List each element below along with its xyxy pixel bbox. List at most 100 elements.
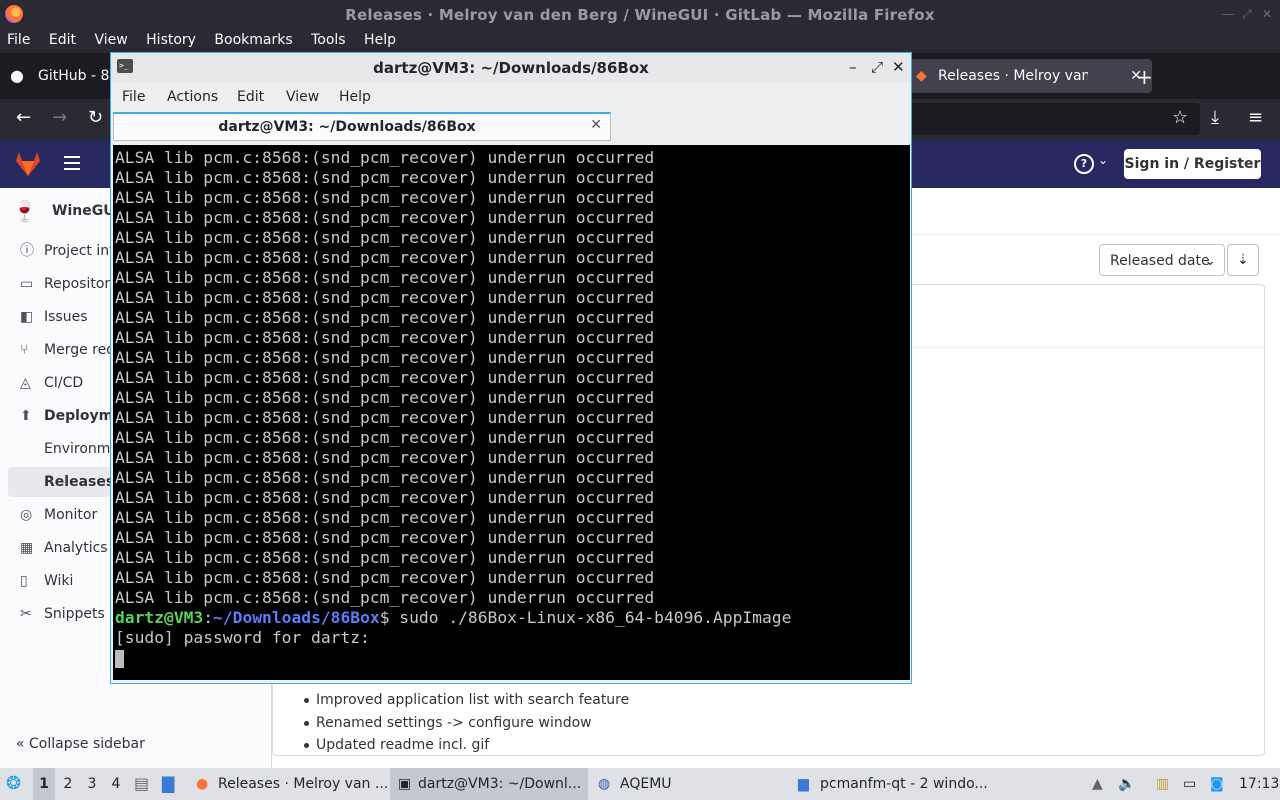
terminal-line: ALSA lib pcm.c:8568:(snd_pcm_recover) un…: [115, 328, 655, 347]
maximize-icon[interactable]: ⤢: [871, 58, 883, 76]
folder-icon: ▆: [798, 776, 809, 792]
terminal-line: ALSA lib pcm.c:8568:(snd_pcm_recover) un…: [115, 448, 655, 467]
tray-indicator-icon[interactable]: ▲: [1092, 768, 1103, 800]
menu-file[interactable]: File: [0, 29, 37, 48]
minimize-icon[interactable]: —: [1222, 7, 1234, 21]
tab-label: Releases · Melroy van den Berg / WineGUI: [938, 68, 1088, 84]
url-bar[interactable]: [900, 103, 1200, 135]
app-menu-icon[interactable]: ≡: [1248, 107, 1263, 128]
clock[interactable]: 17:13: [1239, 768, 1279, 800]
volume-icon[interactable]: 🔈: [1118, 768, 1135, 800]
terminal-titlebar[interactable]: >_ dartz@VM3: ~/Downloads/86Box – ⤢ ✕: [111, 53, 911, 82]
terminal-prompt-line: dartz@VM3:~/Downloads/86Box$ sudo ./86Bo…: [115, 608, 791, 628]
terminal-line: ALSA lib pcm.c:8568:(snd_pcm_recover) un…: [115, 148, 655, 167]
text-cursor: [115, 649, 124, 668]
github-icon: ●: [10, 66, 24, 85]
desktop-3-button[interactable]: 3: [81, 768, 103, 800]
hamburger-menu-icon[interactable]: [64, 156, 80, 174]
back-icon[interactable]: ←: [16, 107, 31, 128]
aqemu-icon: ◍: [598, 776, 611, 792]
release-notes-list: Improved application list with search fe…: [303, 689, 629, 757]
close-icon[interactable]: ✕: [1262, 7, 1272, 21]
info-icon: ⓘ: [20, 243, 34, 259]
menu-view[interactable]: View: [286, 89, 319, 105]
start-menu-icon[interactable]: ❂: [6, 768, 21, 800]
help-icon[interactable]: ?: [1074, 154, 1094, 174]
terminal-line: ALSA lib pcm.c:8568:(snd_pcm_recover) un…: [115, 428, 655, 447]
prompt-command: sudo ./86Box-Linux-x86_64-b4096.AppImage: [389, 608, 792, 627]
terminal-line: ALSA lib pcm.c:8568:(snd_pcm_recover) un…: [115, 568, 655, 587]
menu-bookmarks[interactable]: Bookmarks: [207, 29, 299, 48]
tab-close-icon[interactable]: ✕: [590, 117, 602, 133]
project-avatar-icon: 🍷: [12, 199, 37, 223]
screen-icon[interactable]: ▭: [1183, 768, 1196, 800]
double-chevron-left-icon: «: [16, 736, 25, 752]
terminal-line: ALSA lib pcm.c:8568:(snd_pcm_recover) un…: [115, 308, 655, 327]
menu-file[interactable]: File: [122, 89, 145, 105]
terminal-output[interactable]: ALSA lib pcm.c:8568:(snd_pcm_recover) un…: [113, 145, 910, 680]
gitlab-favicon-icon: ◆: [916, 68, 927, 84]
terminal-line: ALSA lib pcm.c:8568:(snd_pcm_recover) un…: [115, 188, 655, 207]
update-notifier-icon[interactable]: ◙: [1210, 768, 1224, 800]
menu-edit[interactable]: Edit: [42, 29, 83, 48]
close-icon[interactable]: ✕: [892, 58, 905, 76]
new-tab-icon[interactable]: +: [1136, 65, 1153, 89]
sort-direction-button[interactable]: ⇣: [1227, 244, 1259, 276]
task-terminal[interactable]: ▣ dartz@VM3: ~/Downl...: [390, 768, 588, 800]
menu-history[interactable]: History: [139, 29, 203, 48]
terminal-icon: ▣: [398, 776, 412, 792]
menu-edit[interactable]: Edit: [237, 89, 264, 105]
menu-view[interactable]: View: [87, 29, 134, 48]
sidebar-item-label: Releases: [44, 474, 115, 490]
terminal-line: ALSA lib pcm.c:8568:(snd_pcm_recover) un…: [115, 208, 655, 227]
chart-icon: ▦: [20, 540, 34, 556]
terminal-menubar: File Actions Edit View Help: [111, 82, 911, 112]
task-aqemu[interactable]: ◍ AQEMU: [592, 768, 788, 800]
bookmark-star-icon[interactable]: ☆: [1172, 107, 1188, 128]
sort-dropdown[interactable]: Released date ⌄: [1099, 244, 1225, 276]
sign-in-button[interactable]: Sign in / Register: [1124, 149, 1261, 179]
menu-help[interactable]: Help: [357, 29, 403, 48]
menu-tools[interactable]: Tools: [304, 29, 353, 48]
tab-releases[interactable]: ◆ Releases · Melroy van den Berg / WineG…: [908, 59, 1152, 93]
prompt-user: dartz@VM3: [115, 608, 204, 627]
chevron-down-icon[interactable]: ⌄: [1098, 153, 1108, 167]
sidebar-item-label: CI/CD: [44, 375, 84, 391]
terminal-line: ALSA lib pcm.c:8568:(snd_pcm_recover) un…: [115, 348, 655, 367]
clipboard-icon[interactable]: ▥: [1156, 768, 1169, 800]
sidebar-item-label: Snippets: [44, 606, 105, 622]
terminal-line: ALSA lib pcm.c:8568:(snd_pcm_recover) un…: [115, 168, 655, 187]
minimize-icon[interactable]: –: [849, 58, 857, 76]
reload-icon[interactable]: ↻: [88, 107, 103, 128]
book-icon: ▯: [20, 573, 28, 589]
task-label: AQEMU: [620, 776, 672, 792]
prompt-path: ~/Downloads/86Box: [213, 608, 380, 627]
task-label: dartz@VM3: ~/Downl...: [418, 776, 582, 792]
forward-icon[interactable]: →: [52, 107, 67, 128]
prompt-separator: :: [203, 608, 214, 627]
task-firefox[interactable]: ● Releases · Melroy van ...: [190, 768, 388, 800]
terminal-line: ALSA lib pcm.c:8568:(snd_pcm_recover) un…: [115, 288, 655, 307]
terminal-tab[interactable]: dartz@VM3: ~/Downloads/86Box ✕: [113, 112, 611, 141]
task-label: pcmanfm-qt - 2 windo...: [820, 776, 988, 792]
firefox-titlebar: Releases · Melroy van den Berg / WineGUI…: [0, 0, 1280, 29]
sidebar-item-label: Wiki: [44, 573, 74, 589]
task-pcmanfm[interactable]: ▆ pcmanfm-qt - 2 windo...: [792, 768, 988, 800]
taskbar: ❂ 1 2 3 4 ▤ ▇ ● Releases · Melroy van ..…: [0, 768, 1280, 800]
desktop-1-button[interactable]: 1: [33, 768, 55, 800]
collapse-sidebar-button[interactable]: « Collapse sidebar: [16, 736, 145, 752]
terminal-line: ALSA lib pcm.c:8568:(snd_pcm_recover) un…: [115, 468, 655, 487]
file-manager-icon[interactable]: ▇: [162, 768, 174, 800]
terminal-lines: ALSA lib pcm.c:8568:(snd_pcm_recover) un…: [115, 148, 791, 668]
terminal-title: dartz@VM3: ~/Downloads/86Box: [373, 59, 649, 77]
show-desktop-icon[interactable]: ▤: [134, 768, 149, 800]
desktop-4-button[interactable]: 4: [105, 768, 127, 800]
terminal-line: ALSA lib pcm.c:8568:(snd_pcm_recover) un…: [115, 368, 655, 387]
desktop-2-button[interactable]: 2: [57, 768, 79, 800]
downloads-icon[interactable]: ⤓: [1211, 107, 1219, 128]
menu-help[interactable]: Help: [339, 89, 371, 105]
menu-actions[interactable]: Actions: [167, 89, 218, 105]
list-item: Renamed settings -> configure window: [303, 712, 629, 735]
gitlab-logo-icon[interactable]: [14, 150, 42, 178]
maximize-icon[interactable]: ⤢: [1242, 7, 1252, 22]
